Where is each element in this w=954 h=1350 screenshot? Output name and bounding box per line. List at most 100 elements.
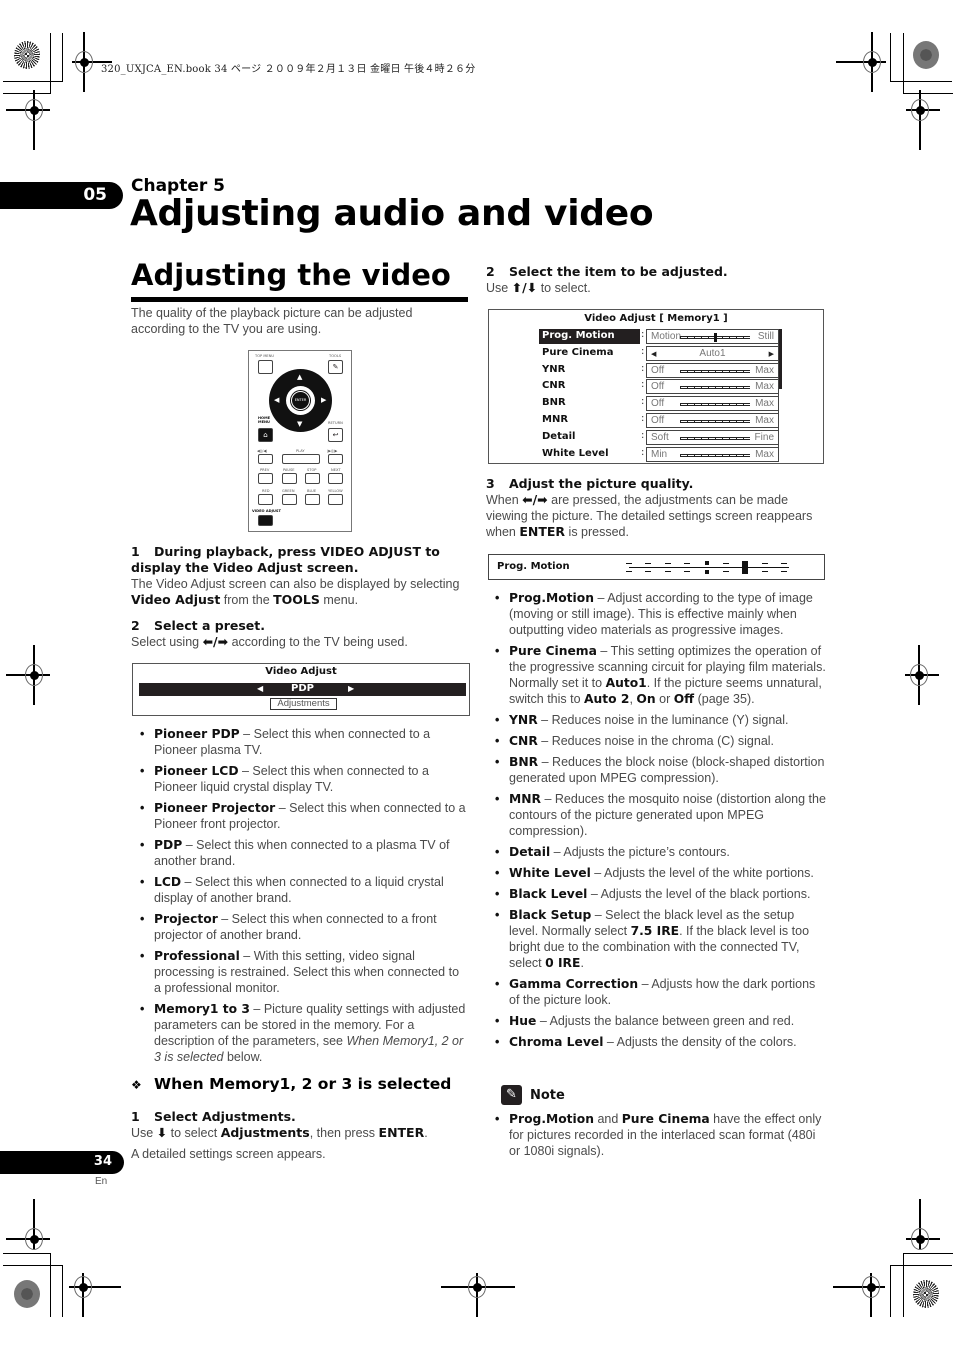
slider-track[interactable] [680,436,750,440]
setting-row[interactable]: YNR: Off Max [539,362,782,378]
slider-min-label: Off [651,415,665,426]
arrow-right-icon[interactable]: ▶ [769,350,774,358]
parameter-term: Prog.Motion [509,591,594,605]
setting-name: Pure Cinema [542,346,614,358]
slider-max-label: Max [755,415,774,426]
crop-mark [890,1265,891,1317]
remote-prev-button [258,473,273,484]
video-adjust-screen: Video Adjust ◀ PDP ▶ Adjustments [132,663,470,716]
slider-min-label: Soft [651,431,669,443]
preset-selector[interactable]: ◀ PDP ▶ [139,683,466,696]
step-heading: 1 Select Adjustments. [131,1109,296,1124]
remote-blue-button [305,494,320,505]
setting-row[interactable]: Pure Cinema: ◀ Auto1 ▶ [539,345,782,361]
parameter-desc: – Adjusts the balance between green and … [536,1014,795,1028]
setting-row[interactable]: CNR: Off Max [539,379,782,395]
setting-row[interactable]: BNR: Off Max [539,396,782,412]
memory-adjust-screen: Video Adjust [ Memory1 ] Prog. Motion: Mo… [488,309,824,464]
remote-red-button [258,494,273,505]
arrow-up-icon: ▲ [297,373,303,381]
setting-colon: : [641,396,645,408]
setting-colon: : [641,362,645,374]
preset-term: Pioneer PDP [154,727,240,741]
slider-track[interactable] [680,420,750,423]
parameter-item: YNR – Reduces noise in the luminance (Y)… [486,712,826,728]
note-item: Prog.Motion and Pure Cinema have the eff… [486,1111,826,1159]
parameter-item: Hue – Adjusts the balance between green … [486,1013,826,1029]
presets-list: Pioneer PDP – Select this when connected… [131,726,468,1070]
parameter-value: Off [673,692,695,706]
setting-field[interactable]: Off Max [646,379,779,395]
remote-label-play: PLAY [296,449,305,453]
remote-directional-pad: ▲ ▼ ◀ ▶ ENTER [269,369,332,432]
parameter-value: 0 IRE [545,956,581,970]
step-body-2: A detailed settings screen appears. [131,1147,326,1161]
step-body: The Video Adjust screen can also be disp… [131,577,460,607]
return-icon: ↩ [328,428,343,442]
remote-label-home-menu: HOME MENU [258,416,271,424]
slider-track[interactable] [680,386,750,390]
slider-knob[interactable] [742,561,749,574]
prog-motion-adjust-bar: Prog. Motion [488,554,825,580]
preset-item: PDP – Select this when connected to a pl… [131,837,468,869]
crop-mark [3,1265,63,1266]
setting-field[interactable]: Soft Fine [646,429,779,445]
arrow-left-icon: ◀ [274,396,280,404]
parameter-desc-cont: (page 35). [694,692,755,706]
preset-term: Pioneer Projector [154,801,276,815]
remote-label-blue: BLUE [307,489,317,493]
scrollbar-thumb[interactable] [779,329,782,389]
setting-name: MNR [542,414,569,425]
slider-min-label: Off [651,364,665,376]
step-heading: 1 During playback, press VIDEO ADJUST to … [131,544,440,575]
step-body: Select using ⬅/➡ according to the TV bei… [131,634,408,649]
slider-track[interactable] [680,403,750,407]
setting-field[interactable]: Min Max [646,446,779,462]
remote-label-rev-step: ◀||/◀| [257,449,268,453]
parameters-list: Prog.Motion – Adjust according to the ty… [486,590,826,1055]
setting-colon: : [641,446,645,458]
setting-name: Detail [542,430,576,442]
parameter-term: Hue [509,1014,537,1028]
arrow-right-icon[interactable]: ▶ [348,684,354,693]
step-body: Use ⬆/⬇ to select. [486,280,591,295]
setting-row[interactable]: Detail: Soft Fine [539,429,782,445]
step-body: Use ⬇ to select Adjustments, then press … [131,1125,428,1140]
parameter-value: Auto1 [605,676,647,690]
chapter-number: 05 [83,185,107,205]
slider-knob[interactable] [713,333,717,342]
setting-colon: : [641,329,645,340]
section-rule [131,297,468,302]
setting-field[interactable]: Off Max [646,396,779,412]
page-number-tab: 34 [0,1151,124,1174]
slider-min-label: Min [651,448,668,460]
preset-item: Professional – With this setting, video … [131,948,468,996]
setting-field[interactable]: ◀ Auto1 ▶ [646,345,779,361]
preset-term: LCD [154,875,182,889]
scrollbar[interactable] [778,329,782,459]
screen-title: Video Adjust [265,666,337,677]
parameter-term: Chroma Level [509,1035,604,1049]
slider-track[interactable] [680,453,750,457]
remote-top-menu-button [258,360,273,374]
setting-row[interactable]: Prog. Motion: Motion Still [539,329,782,344]
adjustments-button[interactable]: Adjustments [270,698,337,710]
setting-colon: : [641,413,645,424]
parameter-term: Black Level [509,887,588,901]
slider-track[interactable] [680,369,750,373]
up-down-arrow-icon: ⬆/⬇ [511,280,538,295]
parameter-item: Black Setup – Select the black level as … [486,907,826,971]
slider-tick [761,563,768,572]
slider-center-mark [704,561,709,574]
remote-play-button [282,454,320,464]
setting-field[interactable]: Off Max [646,413,779,428]
remote-yellow-button [328,494,343,505]
slider-max-label: Max [755,364,774,376]
setting-field[interactable]: Motion Still [646,329,779,344]
setting-field[interactable]: Off Max [646,362,779,378]
setting-row[interactable]: MNR: Off Max [539,413,782,428]
preset-item: Projector – Select this when connected t… [131,911,468,943]
setting-row[interactable]: White Level: Min Max [539,446,782,462]
pencil-note-icon: ✎ [501,1085,522,1105]
parameter-item: Chroma Level – Adjusts the density of th… [486,1034,826,1050]
